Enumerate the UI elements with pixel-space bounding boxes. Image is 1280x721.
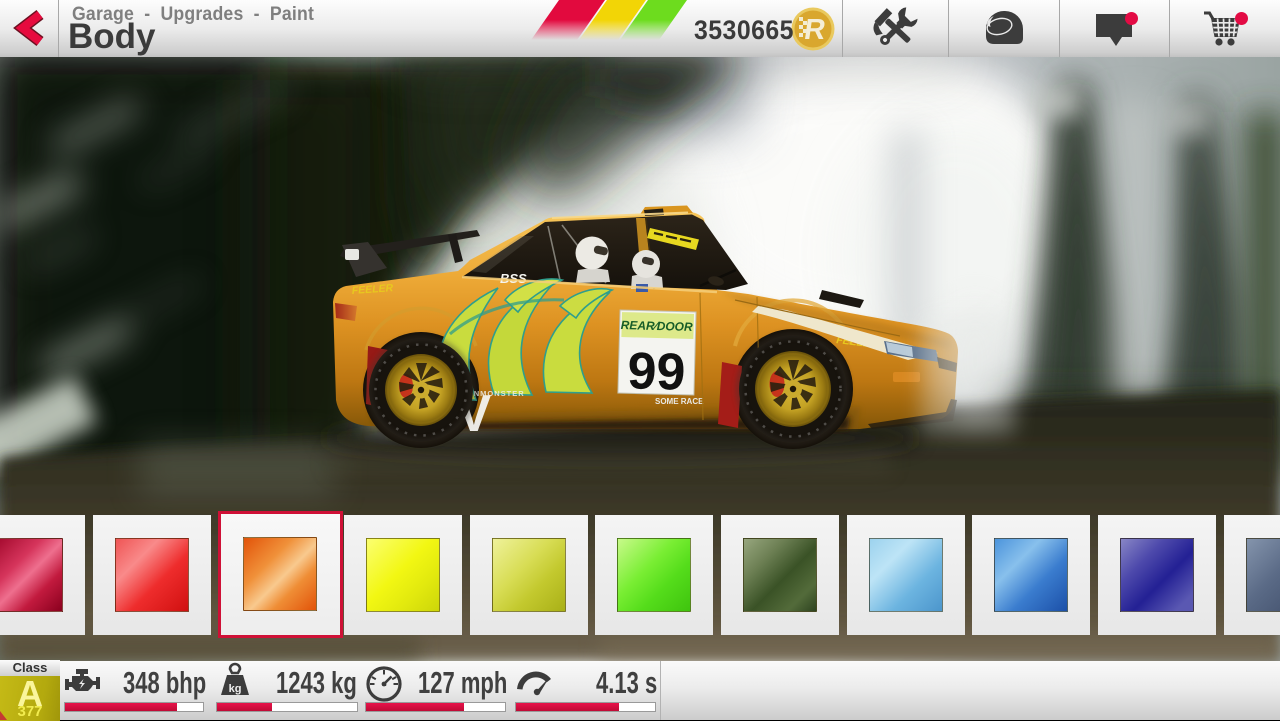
svg-text:kg: kg	[229, 683, 242, 695]
svg-text:99: 99	[627, 342, 686, 401]
svg-text:REAR⁄DOOR: REAR⁄DOOR	[621, 318, 694, 334]
